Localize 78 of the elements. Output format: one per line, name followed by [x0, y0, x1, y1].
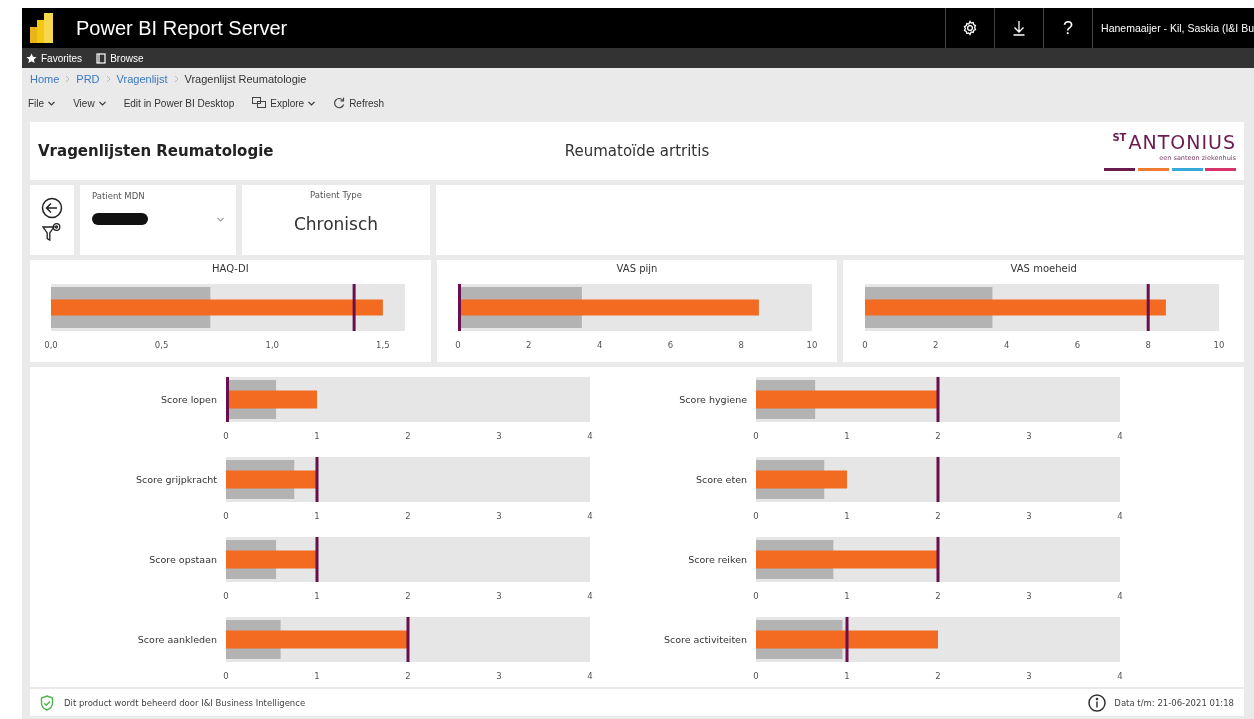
row-label: Score reiken	[688, 554, 747, 565]
row-label: Score lopen	[161, 394, 217, 405]
chart-title: HAQ-DI	[212, 263, 249, 274]
axis-label: 2	[405, 431, 411, 441]
footer-note: Dit product wordt beheerd door I&I Business Intelligence	[64, 697, 306, 708]
axis-label: 4	[1117, 591, 1123, 601]
axis-label: 4	[587, 671, 593, 681]
axis-label: 3	[496, 511, 502, 521]
axis-label: 0	[223, 671, 229, 681]
axis-label: 6	[1074, 340, 1080, 350]
axis-label: 0	[753, 671, 759, 681]
axis-label: 3	[1026, 591, 1032, 601]
axis-label: 1	[844, 591, 850, 601]
axis-label: 0	[753, 591, 759, 601]
axis-label: 2	[935, 431, 941, 441]
axis-label: 2	[932, 340, 939, 350]
axis-label: 3	[496, 591, 502, 601]
axis-label: 0	[223, 511, 229, 521]
report-subtitle: Reumatoïde artritis	[563, 142, 711, 160]
axis-label: 4	[1003, 340, 1009, 350]
axis-label: 1	[314, 591, 320, 601]
axis-label: 0	[455, 340, 461, 350]
axis-label: 10	[1213, 340, 1225, 350]
row-label: Score grijpkracht	[135, 474, 217, 485]
axis-label: 0	[223, 431, 229, 441]
axis-label: 1	[314, 431, 320, 441]
card-label: Patient Type	[310, 190, 362, 200]
axis-label: 2	[935, 511, 941, 521]
chart-title: VAS pijn	[616, 263, 658, 274]
axis-label: 4	[596, 340, 603, 350]
axis-label: 2	[405, 591, 411, 601]
axis-label: 2	[526, 340, 532, 350]
axis-label: 6	[667, 340, 674, 350]
chart-title: VAS moeheid	[1010, 263, 1077, 274]
axis-label: 1	[844, 671, 850, 681]
axis-label: 4	[1117, 671, 1123, 681]
axis-label: 0	[861, 340, 868, 350]
axis-label: 1,5	[376, 340, 390, 350]
axis-label: 1	[314, 511, 320, 521]
row-label: Score opstaan	[149, 554, 217, 565]
axis-label: 2	[405, 671, 411, 681]
filter-label: Patient MDN	[92, 191, 146, 201]
axis-label: 4	[587, 431, 593, 441]
axis-label: 8	[1145, 340, 1151, 350]
row-label: Score eten	[695, 474, 747, 485]
axis-label: 1	[844, 511, 850, 521]
app-title: Power BI Report Server	[76, 16, 289, 40]
axis-label: 2	[935, 591, 941, 601]
card-value: Chronisch	[293, 214, 379, 234]
report-title: Vragenlijsten Reumatologie	[38, 142, 275, 160]
axis-label: 0	[223, 591, 229, 601]
axis-label: 10	[806, 340, 818, 350]
logo-name: ANTONIUS	[1128, 131, 1236, 152]
axis-label: 4	[587, 591, 593, 601]
data-date: Data t/m: 21-06-2021 01:18	[1114, 697, 1234, 708]
logo-prefix: ST	[1112, 131, 1127, 143]
axis-label: 1,0	[265, 340, 280, 350]
axis-label: 3	[1026, 431, 1032, 441]
axis-label: 8	[738, 340, 744, 350]
breadcrumb-current: Vragenlijst Reumatologie	[184, 73, 307, 85]
axis-label: 0,0	[45, 340, 59, 350]
axis-label: 0	[753, 511, 759, 521]
row-label: Score hygiene	[679, 394, 747, 405]
row-label: Score activiteiten	[663, 634, 747, 645]
axis-label: 4	[587, 511, 593, 521]
row-label: Score aankleden	[137, 634, 217, 645]
axis-label: 3	[496, 671, 502, 681]
axis-label: 1	[844, 431, 850, 441]
axis-label: 0	[753, 431, 759, 441]
axis-label: 4	[1117, 511, 1123, 521]
axis-label: 4	[1117, 431, 1123, 441]
axis-label: 1	[314, 671, 320, 681]
axis-label: 3	[1026, 511, 1032, 521]
axis-label: 2	[405, 511, 411, 521]
axis-label: 3	[496, 431, 502, 441]
axis-label: 0,5	[155, 340, 169, 350]
axis-label: 3	[1026, 671, 1032, 681]
axis-label: 2	[935, 671, 941, 681]
